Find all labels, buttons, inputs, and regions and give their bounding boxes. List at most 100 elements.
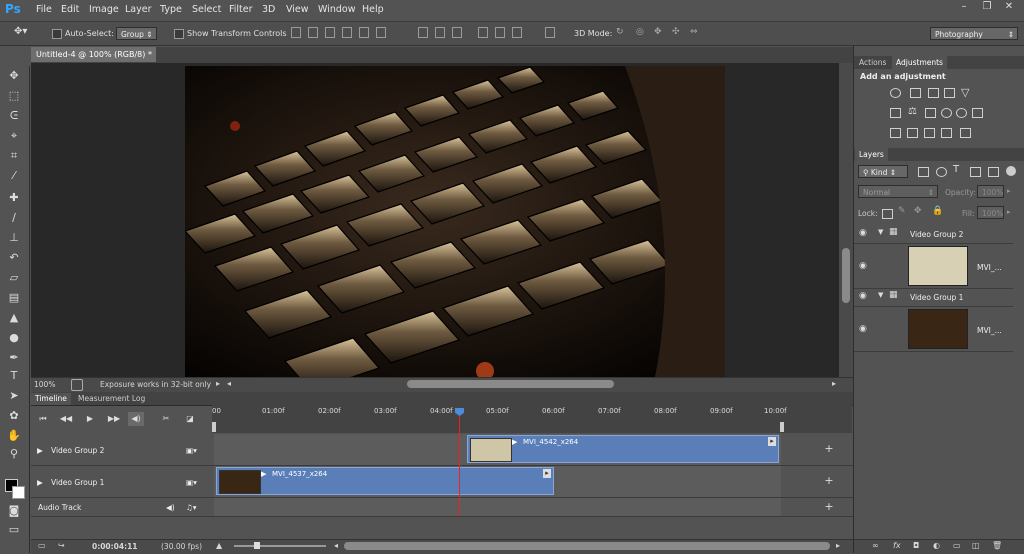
align-left-icon[interactable] [342, 27, 352, 38]
timeline-scroll-thumb[interactable] [344, 542, 830, 550]
scroll-right-icon[interactable]: ▸ [832, 379, 836, 388]
scroll-left-icon[interactable]: ◂ [227, 379, 231, 388]
fill-arrow-icon[interactable]: ▸ [1007, 208, 1011, 216]
menu-layer[interactable]: Layer [125, 4, 152, 15]
add-mask-icon[interactable]: ◘ [913, 541, 919, 550]
lock-all-icon[interactable]: 🔒 [932, 206, 943, 216]
clip-options-icon[interactable]: ▸ [768, 437, 776, 446]
canvas-vertical-scrollbar[interactable] [839, 63, 853, 377]
align-top-icon[interactable] [291, 27, 301, 38]
clip-options-icon[interactable]: ▸ [543, 469, 551, 478]
menu-type[interactable]: Type [160, 4, 182, 15]
3d-roll-icon[interactable]: ◎ [636, 27, 644, 37]
channel-mixer-icon[interactable] [956, 108, 967, 118]
menu-select[interactable]: Select [192, 4, 221, 15]
canvas-horizontal-scroll-thumb[interactable] [407, 380, 614, 388]
zoom-level[interactable]: 100% [34, 380, 55, 389]
timeline-menu-icon[interactable]: ▭ [38, 541, 46, 550]
crop-tool-icon[interactable]: ⌗ [6, 148, 22, 164]
distribute-bottom-icon[interactable] [452, 27, 462, 38]
group-expand-icon[interactable]: ▼ [878, 228, 883, 236]
gradient-tool-icon[interactable]: ▤ [6, 290, 22, 306]
timeline-ruler[interactable] [212, 405, 852, 433]
clip-mvi-4537[interactable]: ▶ MVI_4537_x264 ▸ [216, 467, 554, 495]
tab-measurement-log[interactable]: Measurement Log [74, 393, 149, 405]
track-expand-icon[interactable]: ▶ [37, 478, 43, 487]
clip-mvi-4542[interactable]: ▶ MVI_4542_x264 ▸ [467, 435, 779, 463]
tab-adjustments[interactable]: Adjustments [892, 56, 947, 69]
menu-view[interactable]: View [286, 4, 309, 15]
black-white-icon[interactable] [925, 108, 936, 118]
marquee-tool-icon[interactable]: ⬚ [6, 88, 22, 104]
color-lookup-icon[interactable] [972, 108, 983, 118]
clone-stamp-tool-icon[interactable]: ⊥ [6, 230, 22, 246]
visibility-eye-icon[interactable]: ◉ [859, 261, 867, 271]
shape-tool-icon[interactable]: ✿ [6, 408, 22, 424]
document-tab[interactable]: Untitled-4 @ 100% (RGB/8) * × [31, 47, 156, 74]
distribute-top-icon[interactable] [418, 27, 428, 38]
distribute-right-icon[interactable] [512, 27, 522, 38]
lock-position-icon[interactable]: ✥ [914, 206, 922, 216]
auto-select-dropdown[interactable]: Group ⇕ [116, 27, 157, 40]
layer-style-icon[interactable]: fx [893, 541, 901, 550]
visibility-eye-icon[interactable]: ◉ [859, 228, 867, 238]
quick-select-tool-icon[interactable]: ⌖ [6, 128, 22, 144]
menu-image[interactable]: Image [89, 4, 119, 15]
healing-brush-tool-icon[interactable]: ✚ [6, 190, 22, 206]
3d-rotate-icon[interactable]: ↻ [616, 27, 624, 37]
current-timecode[interactable]: 0:00:04:11 [92, 542, 138, 551]
path-select-tool-icon[interactable]: ➤ [6, 388, 22, 404]
pen-tool-icon[interactable]: ✒ [6, 350, 22, 366]
eraser-tool-icon[interactable]: ▱ [6, 270, 22, 286]
timeline-scroll-left-icon[interactable]: ◂ [334, 541, 338, 550]
3d-pan-icon[interactable]: ✥ [654, 27, 662, 37]
add-audio-button[interactable]: + [823, 501, 835, 513]
status-menu-arrow-icon[interactable]: ▸ [216, 379, 220, 388]
workspace-dropdown[interactable]: Photography ⇕ [930, 27, 1018, 40]
hand-tool-icon[interactable]: ✋ [6, 428, 22, 444]
lock-image-icon[interactable]: ✎ [898, 206, 906, 216]
layer-filter-dropdown[interactable]: ⚲ Kind ⇕ [858, 165, 908, 178]
move-tool-preset-icon[interactable]: ✥▾ [14, 26, 36, 40]
status-info-icon[interactable] [71, 379, 83, 391]
posterize-icon[interactable] [907, 128, 918, 138]
hue-saturation-icon[interactable] [890, 108, 901, 118]
filter-adjustment-icon[interactable] [936, 167, 947, 177]
group-expand-icon[interactable]: ▼ [878, 291, 883, 299]
align-vcenter-icon[interactable] [308, 27, 318, 38]
distribute-left-icon[interactable] [478, 27, 488, 38]
delete-layer-icon[interactable]: 🗑 [992, 541, 1002, 550]
filter-toggle-icon[interactable] [1006, 166, 1016, 176]
filter-pixel-icon[interactable] [918, 167, 929, 177]
add-media-button[interactable]: + [823, 475, 835, 487]
quick-mask-icon[interactable]: ◙ [6, 503, 22, 519]
transition-icon[interactable]: ◪ [182, 412, 198, 426]
distribute-hcenter-icon[interactable] [495, 27, 505, 38]
convert-timeline-icon[interactable]: ↪ [58, 541, 65, 550]
background-color-swatch[interactable] [12, 486, 25, 499]
filter-shape-icon[interactable] [970, 167, 981, 177]
go-to-first-frame-icon[interactable]: ⏮ [35, 412, 51, 426]
transform-controls-checkbox[interactable] [174, 29, 184, 39]
dodge-tool-icon[interactable]: ● [6, 330, 22, 346]
blur-tool-icon[interactable]: ▲ [6, 310, 22, 326]
invert-icon[interactable] [890, 128, 901, 138]
tab-layers[interactable]: Layers [855, 148, 888, 161]
close-button[interactable]: ✕ [998, 0, 1020, 14]
work-area-end-handle[interactable] [780, 422, 784, 432]
add-media-button[interactable]: + [823, 443, 835, 455]
track-expand-icon[interactable]: ▶ [37, 446, 43, 455]
gradient-map-icon[interactable] [960, 128, 971, 138]
lock-transparent-icon[interactable] [882, 209, 893, 219]
zoom-slider-thumb[interactable] [254, 542, 260, 549]
align-bottom-icon[interactable] [325, 27, 335, 38]
menu-window[interactable]: Window [318, 4, 355, 15]
menu-filter[interactable]: Filter [229, 4, 253, 15]
playhead[interactable] [459, 409, 460, 516]
menu-help[interactable]: Help [362, 4, 384, 15]
3d-slide-icon[interactable]: ✣ [672, 27, 680, 37]
threshold-icon[interactable] [924, 128, 935, 138]
play-icon[interactable]: ▶ [82, 412, 98, 426]
timeline-zoom-slider[interactable] [234, 542, 326, 549]
levels-icon[interactable] [910, 88, 921, 98]
